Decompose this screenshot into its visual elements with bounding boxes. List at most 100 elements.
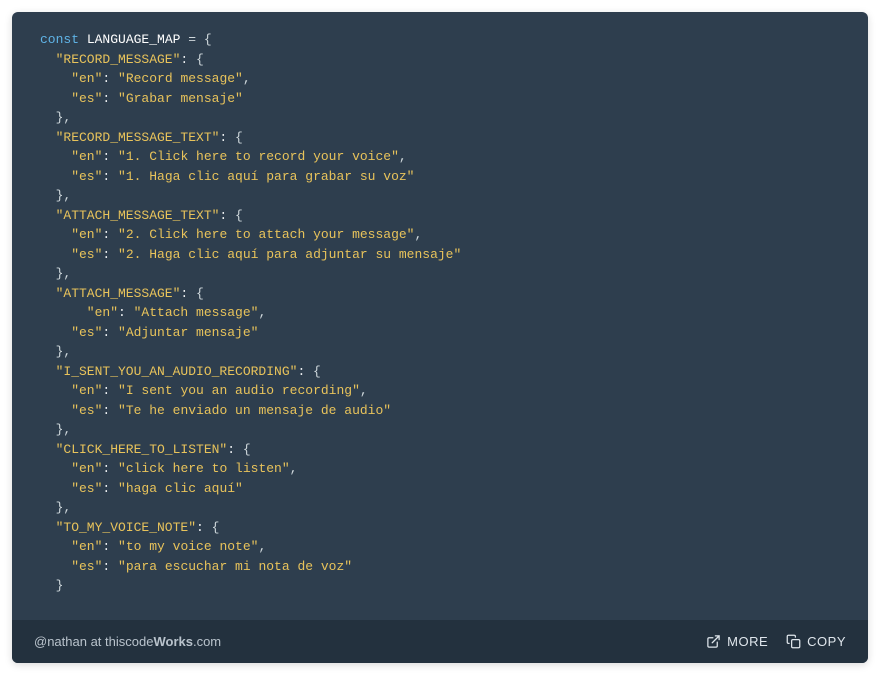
lang-val-es: "2. Haga clic aquí para adjuntar su mens… bbox=[118, 247, 461, 262]
site-prefix: thiscode bbox=[105, 634, 153, 649]
brace-open: { bbox=[235, 208, 243, 223]
copy-icon bbox=[786, 634, 801, 649]
brace-open: { bbox=[196, 52, 204, 67]
colon: : bbox=[102, 149, 118, 164]
colon: : bbox=[102, 169, 118, 184]
code-block: const LANGUAGE_MAP = {"RECORD_MESSAGE": … bbox=[12, 12, 868, 620]
colon: : bbox=[219, 208, 235, 223]
site-bold: Works bbox=[153, 634, 193, 649]
lang-key-en: "en" bbox=[87, 305, 118, 320]
brace-open: { bbox=[212, 520, 220, 535]
site-suffix: .com bbox=[193, 634, 221, 649]
more-label: MORE bbox=[727, 634, 768, 649]
colon: : bbox=[180, 52, 196, 67]
lang-val-es: "1. Haga clic aquí para grabar su voz" bbox=[118, 169, 414, 184]
lang-key-es: "es" bbox=[71, 247, 102, 262]
lang-key-es: "es" bbox=[71, 403, 102, 418]
code-line-section-close: }, bbox=[40, 342, 840, 362]
brace-open: { bbox=[204, 32, 212, 47]
map-key: "I_SENT_YOU_AN_AUDIO_RECORDING" bbox=[56, 364, 298, 379]
comma: , bbox=[63, 344, 71, 359]
map-key: "CLICK_HERE_TO_LISTEN" bbox=[56, 442, 228, 457]
attribution: @nathan at thiscodeWorks.com bbox=[34, 634, 221, 649]
code-line-es: "es": "para escuchar mi nota de voz" bbox=[40, 557, 840, 577]
comma: , bbox=[63, 266, 71, 281]
lang-key-en: "en" bbox=[71, 383, 102, 398]
brace-open: { bbox=[313, 364, 321, 379]
colon: : bbox=[102, 481, 118, 496]
author-handle: @nathan bbox=[34, 634, 87, 649]
colon: : bbox=[102, 559, 118, 574]
lang-key-es: "es" bbox=[71, 559, 102, 574]
lang-val-es: "Te he enviado un mensaje de audio" bbox=[118, 403, 391, 418]
code-line-section-close: }, bbox=[40, 498, 840, 518]
open-external-icon bbox=[706, 634, 721, 649]
space bbox=[196, 32, 204, 47]
lang-val-es: "Adjuntar mensaje" bbox=[118, 325, 258, 340]
comma: , bbox=[399, 149, 407, 164]
code-line-section-open: "TO_MY_VOICE_NOTE": { bbox=[40, 518, 840, 538]
colon: : bbox=[196, 520, 212, 535]
footer-actions: MORE COPY bbox=[706, 634, 846, 649]
code-line-section-close: }, bbox=[40, 186, 840, 206]
copy-label: COPY bbox=[807, 634, 846, 649]
code-snippet-card: const LANGUAGE_MAP = {"RECORD_MESSAGE": … bbox=[12, 12, 868, 663]
lang-val-en: "Record message" bbox=[118, 71, 243, 86]
colon: : bbox=[118, 305, 134, 320]
code-line-section-open: "ATTACH_MESSAGE": { bbox=[40, 284, 840, 304]
lang-key-es: "es" bbox=[71, 91, 102, 106]
colon: : bbox=[102, 91, 118, 106]
colon: : bbox=[102, 403, 118, 418]
code-line-section-close: }, bbox=[40, 108, 840, 128]
colon: : bbox=[102, 325, 118, 340]
map-key: "TO_MY_VOICE_NOTE" bbox=[56, 520, 196, 535]
code-line-en: "en": "I sent you an audio recording", bbox=[40, 381, 840, 401]
lang-key-es: "es" bbox=[71, 325, 102, 340]
comma: , bbox=[63, 110, 71, 125]
lang-val-es: "haga clic aquí" bbox=[118, 481, 243, 496]
map-key: "RECORD_MESSAGE_TEXT" bbox=[56, 130, 220, 145]
colon: : bbox=[227, 442, 243, 457]
identifier: LANGUAGE_MAP bbox=[87, 32, 181, 47]
code-line-section-open: "RECORD_MESSAGE": { bbox=[40, 50, 840, 70]
space bbox=[79, 32, 87, 47]
lang-val-en: "1. Click here to record your voice" bbox=[118, 149, 399, 164]
code-line-en: "en": "1. Click here to record your voic… bbox=[40, 147, 840, 167]
code-line-en: "en": "Record message", bbox=[40, 69, 840, 89]
colon: : bbox=[102, 71, 118, 86]
comma: , bbox=[243, 71, 251, 86]
lang-key-es: "es" bbox=[71, 169, 102, 184]
comma: , bbox=[63, 500, 71, 515]
code-line-section-close: } bbox=[40, 576, 840, 596]
colon: : bbox=[219, 130, 235, 145]
comma: , bbox=[258, 539, 266, 554]
code-line-en: "en": "click here to listen", bbox=[40, 459, 840, 479]
code-line-en: "en": "Attach message", bbox=[40, 303, 840, 323]
lang-val-es: "para escuchar mi nota de voz" bbox=[118, 559, 352, 574]
map-key: "ATTACH_MESSAGE_TEXT" bbox=[56, 208, 220, 223]
comma: , bbox=[360, 383, 368, 398]
attribution-at: at bbox=[87, 634, 105, 649]
copy-button[interactable]: COPY bbox=[786, 634, 846, 649]
brace-open: { bbox=[196, 286, 204, 301]
card-footer: @nathan at thiscodeWorks.com MORE COPY bbox=[12, 620, 868, 663]
map-key: "ATTACH_MESSAGE" bbox=[56, 286, 181, 301]
lang-key-en: "en" bbox=[71, 149, 102, 164]
colon: : bbox=[180, 286, 196, 301]
lang-val-en: "Attach message" bbox=[134, 305, 259, 320]
code-line-es: "es": "1. Haga clic aquí para grabar su … bbox=[40, 167, 840, 187]
more-button[interactable]: MORE bbox=[706, 634, 768, 649]
code-line-es: "es": "haga clic aquí" bbox=[40, 479, 840, 499]
lang-key-en: "en" bbox=[71, 71, 102, 86]
colon: : bbox=[297, 364, 313, 379]
lang-key-en: "en" bbox=[71, 461, 102, 476]
code-line-en: "en": "2. Click here to attach your mess… bbox=[40, 225, 840, 245]
comma: , bbox=[258, 305, 266, 320]
lang-val-en: "to my voice note" bbox=[118, 539, 258, 554]
comma: , bbox=[63, 422, 71, 437]
brace-open: { bbox=[243, 442, 251, 457]
comma: , bbox=[63, 188, 71, 203]
code-line-section-open: "CLICK_HERE_TO_LISTEN": { bbox=[40, 440, 840, 460]
lang-key-en: "en" bbox=[71, 227, 102, 242]
code-line-section-close: }, bbox=[40, 264, 840, 284]
